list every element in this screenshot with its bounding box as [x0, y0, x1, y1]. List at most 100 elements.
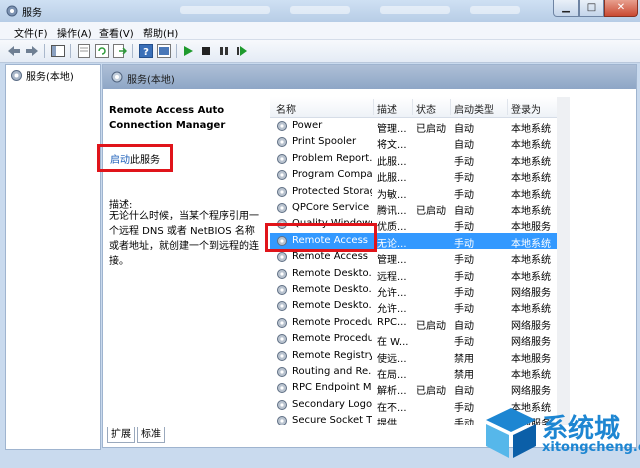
service-gear-icon [277, 153, 287, 164]
close-button[interactable]: ✕ [604, 0, 638, 17]
table-row[interactable]: Power 管理... 已启动 自动 本地系统 [270, 118, 557, 135]
menu-file[interactable]: 文件(F) [14, 25, 48, 40]
tree-pane: 服务(本地) [5, 64, 101, 450]
column-separator[interactable] [507, 99, 508, 115]
table-row[interactable]: Routing and Re... 在局... 禁用 本地系统 [270, 364, 557, 381]
tab-standard[interactable]: 标准 [137, 427, 165, 443]
cell-name: Remote Deskto... [292, 267, 372, 279]
table-row[interactable]: Remote Procedu... 在 W... 手动 网络服务 [270, 331, 557, 349]
toolbar-separator [70, 44, 71, 58]
service-gear-icon [277, 301, 287, 312]
svg-text:?: ? [143, 47, 149, 58]
refresh-icon[interactable] [94, 43, 110, 59]
menu-bar: 文件(F) 操作(A) 查看(V) 帮助(H) [0, 22, 640, 40]
highlight-box-service [265, 223, 377, 252]
column-separator[interactable] [373, 99, 374, 115]
cell-startup: 手动 [454, 222, 474, 234]
show-tree-icon[interactable] [50, 43, 66, 59]
service-gear-icon [277, 334, 287, 345]
column-description[interactable]: 描述 [377, 101, 397, 116]
watermark: 系统城 xitongcheng.com [484, 404, 640, 464]
cell-logon: 本地系统 [511, 370, 551, 381]
forward-icon[interactable] [24, 43, 40, 59]
cell-desc: 在 W... [377, 337, 409, 349]
service-gear-icon [277, 350, 287, 361]
service-gear-icon [277, 186, 287, 197]
cell-name: Remote Deskto... [292, 284, 372, 295]
cell-startup: 自动 [454, 320, 474, 332]
tab-extended[interactable]: 扩展 [107, 427, 135, 443]
cell-name: Power [292, 120, 323, 131]
minimize-button[interactable]: ▁ [553, 0, 579, 17]
properties-icon[interactable] [76, 43, 92, 59]
watermark-logo-icon [486, 408, 536, 458]
column-status[interactable]: 状态 [416, 101, 436, 116]
cell-logon: 本地系统 [511, 271, 551, 283]
cell-desc: 远程... [377, 271, 407, 283]
table-row[interactable]: Remote Deskto... 允许... 手动 本地系统 [270, 298, 557, 316]
column-startup-type[interactable]: 启动类型 [454, 101, 494, 116]
restart-service-icon[interactable] [234, 43, 250, 59]
service-gear-icon [277, 285, 287, 295]
back-icon[interactable] [6, 43, 22, 59]
table-row[interactable]: Remote Registry 使远... 禁用 本地服务 [270, 348, 557, 365]
menu-action[interactable]: 操作(A) [57, 25, 92, 40]
cell-startup: 禁用 [454, 370, 474, 381]
cell-desc: 使远... [377, 353, 407, 365]
cell-name: Remote Deskto... [292, 300, 372, 312]
cell-logon: 网络服务 [511, 337, 551, 349]
column-separator[interactable] [412, 99, 413, 115]
service-gear-icon [277, 203, 287, 213]
column-logon-as[interactable]: 登录为 [511, 101, 541, 116]
cell-name: Secure Socket T... [292, 415, 372, 425]
cell-logon: 网络服务 [511, 320, 551, 332]
cell-startup: 手动 [454, 189, 474, 201]
cell-logon: 本地系统 [511, 304, 551, 316]
cell-desc: 管理... [377, 124, 407, 135]
column-name[interactable]: 名称 [276, 101, 296, 116]
menu-help[interactable]: 帮助(H) [143, 25, 178, 40]
cell-name: Problem Report... [292, 152, 372, 164]
pause-service-icon[interactable] [216, 43, 232, 59]
tree-item-services-local[interactable]: 服务(本地) [10, 68, 74, 83]
cell-startup: 手动 [454, 238, 474, 250]
stop-service-icon[interactable] [198, 43, 214, 59]
table-row[interactable]: Protected Storage 为敏... 手动 本地系统 [270, 184, 557, 201]
cell-status: 已启动 [416, 386, 446, 398]
help-icon[interactable]: ? [138, 43, 154, 59]
cell-logon: 本地系统 [511, 140, 551, 152]
cell-name: RPC Endpoint M... [292, 382, 372, 394]
menu-view[interactable]: 查看(V) [99, 25, 134, 40]
table-row[interactable]: Program Compa... 此服... 手动 本地系统 [270, 167, 557, 184]
table-row[interactable]: Problem Report... 此服... 手动 本地系统 [270, 151, 557, 168]
console-icon[interactable] [156, 43, 172, 59]
cell-name: Remote Access ... [292, 251, 372, 263]
table-row[interactable]: Remote Procedu... RPC... 已启动自动 网络服务 [270, 315, 557, 332]
table-row[interactable]: Remote Deskto... 远程... 手动 本地系统 [270, 266, 557, 283]
blurred-title-area [470, 6, 520, 14]
vertical-scrollbar[interactable] [557, 97, 570, 425]
main-header-title: 服务(本地) [127, 75, 175, 86]
table-row[interactable]: QPCore Service 腾讯... 已启动 自动 本地系统 [270, 200, 557, 217]
table-row[interactable]: Remote Deskto... 允许... 手动 网络服务 [270, 282, 557, 299]
cell-desc: 优质... [377, 222, 407, 234]
tree-item-label: 服务(本地) [26, 72, 74, 83]
column-separator[interactable] [450, 99, 451, 115]
cell-desc: 腾讯... [377, 206, 407, 217]
blurred-title-area [380, 6, 450, 14]
table-row[interactable]: RPC Endpoint M... 解析... 已启动自动 网络服务 [270, 380, 557, 398]
service-gear-icon [277, 121, 287, 131]
cell-status: 已启动 [416, 206, 446, 217]
cell-status: 已启动 [416, 320, 446, 332]
start-service-icon[interactable] [180, 43, 196, 59]
title-bar[interactable]: 服务 ▁ □ ✕ [0, 0, 640, 22]
cell-desc: 此服... [377, 156, 407, 168]
export-list-icon[interactable] [112, 43, 128, 59]
maximize-button[interactable]: □ [579, 0, 604, 17]
cell-startup: 手动 [454, 337, 474, 349]
toolbar-separator [132, 44, 133, 58]
table-row[interactable]: Print Spooler 将文... 自动 本地系统 [270, 134, 557, 152]
cell-logon: 本地服务 [511, 222, 551, 234]
description-text: 无论什么时候，当某个程序引用一个远程 DNS 或者 NetBIOS 名称或者地址… [109, 211, 259, 267]
window-title: 服务 [22, 8, 42, 19]
